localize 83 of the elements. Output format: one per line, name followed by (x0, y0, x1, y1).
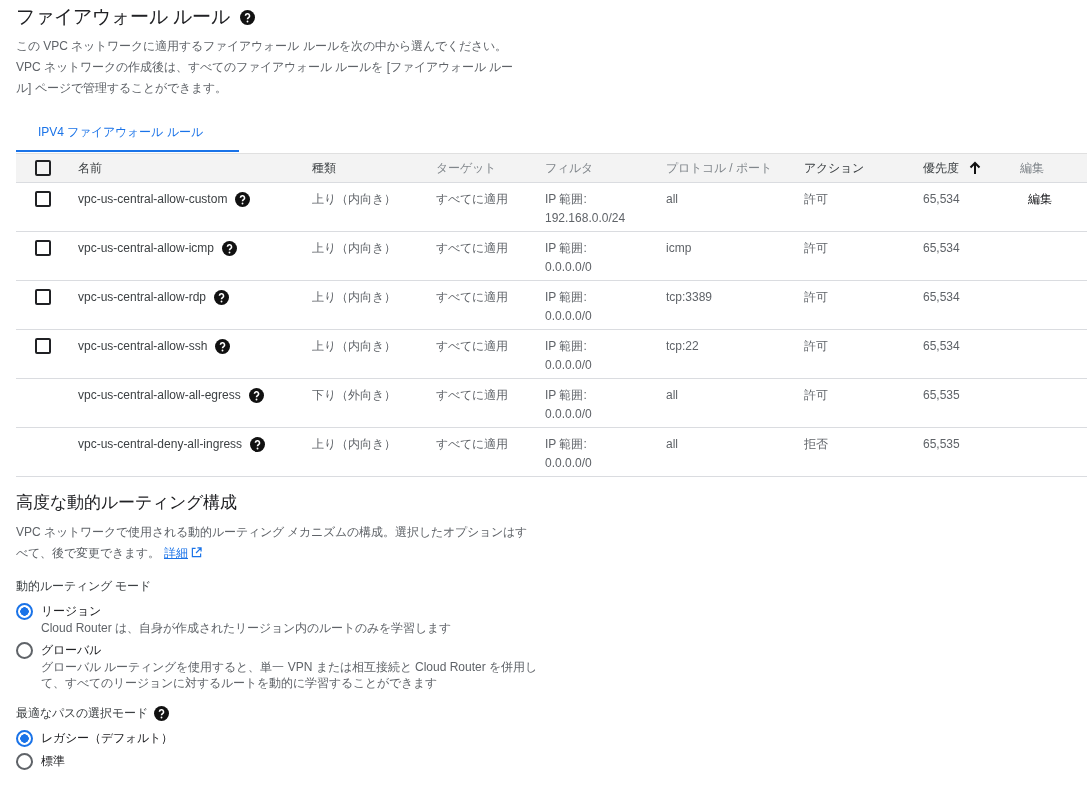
column-header: ターゲット (436, 159, 496, 177)
table-cell-text: vpc-us-central-allow-icmp (78, 240, 215, 257)
table-cell-text: vpc-us-central-allow-custom (78, 191, 228, 208)
row-checkbox[interactable] (35, 191, 51, 207)
table-cell: 65,534 (923, 339, 960, 353)
table-cell: 上り（内向き） (312, 339, 396, 353)
table-cell: 65,534 (923, 290, 960, 304)
column-header[interactable]: 優先度 (923, 159, 959, 177)
help-icon[interactable] (235, 192, 251, 207)
column-header: フィルタ (545, 159, 593, 177)
table-cell-text: IP 範囲: 0.0.0.0/0 (545, 240, 592, 276)
section-title: ファイアウォール ルール (16, 5, 231, 29)
table-cell: 上り（内向き） (312, 241, 396, 255)
details-link[interactable]: 詳細 (164, 546, 188, 560)
help-icon[interactable] (154, 706, 169, 721)
option-description: Cloud Router は、自身が作成されたリージョン内のルートのみを学習します (41, 620, 453, 636)
radio-button[interactable] (16, 642, 33, 659)
table-cell: all (666, 192, 678, 206)
radio-label[interactable]: リージョン (41, 603, 561, 620)
table-cell: 65,535 (923, 388, 960, 402)
option-description: グローバル ルーティングを使用すると、単一 VPN または相互接続と Cloud Router を併用して、すべてのリージョンに対するルートを動的に学習することができます (41, 659, 539, 691)
table-cell-text: IP 範囲: 192.168.0.0/24 (545, 191, 626, 227)
table-cell: tcp:3389 (666, 290, 713, 304)
help-icon[interactable] (240, 9, 256, 25)
table-cell: すべてに適用 (436, 241, 508, 255)
table-cell: 65,534 (923, 241, 960, 255)
column-header[interactable]: 名前 (78, 159, 102, 177)
sort-up-arrow-icon[interactable] (969, 161, 981, 175)
table-cell-text: IP 範囲: 0.0.0.0/0 (545, 289, 592, 325)
edit-link[interactable]: 編集 (1028, 192, 1052, 206)
help-icon[interactable] (222, 241, 238, 256)
radio-button[interactable] (16, 603, 33, 620)
radio-button[interactable] (16, 753, 33, 770)
table-cell: 上り（内向き） (312, 290, 396, 304)
section-description: この VPC ネットワークに適用するファイアウォール ルールを次の中から選んでください。VPC ネットワークの作成後は、すべてのファイアウォール ルールを [ファイアウォール ルール] ページで管理することができます。 (16, 38, 515, 97)
radio-label[interactable]: 標準 (41, 753, 561, 770)
section-description: VPC ネットワークで使用される動的ルーティング メカニズムの構成。選択したオプションはすべて、後で変更できます。 詳細 (16, 524, 528, 562)
row-checkbox[interactable] (35, 338, 51, 354)
table-cell: 許可 (804, 339, 828, 353)
help-icon[interactable] (250, 437, 266, 452)
select-all-checkbox[interactable] (35, 160, 51, 176)
table-cell: 許可 (804, 192, 828, 206)
radio-label[interactable]: グローバル (41, 642, 561, 659)
table-cell: all (666, 388, 678, 402)
external-link-icon[interactable] (191, 547, 202, 558)
table-cell: 許可 (804, 388, 828, 402)
table-cell: すべてに適用 (436, 339, 508, 353)
column-header: プロトコル / ポート (666, 159, 772, 177)
table-cell-text: IP 範囲: 0.0.0.0/0 (545, 338, 592, 374)
table-cell-text: IP 範囲: 0.0.0.0/0 (545, 387, 592, 423)
table-cell: 上り（内向き） (312, 437, 396, 451)
table-cell: 65,534 (923, 192, 960, 206)
table-cell: 65,535 (923, 437, 960, 451)
table-cell: 許可 (804, 241, 828, 255)
help-icon[interactable] (215, 339, 231, 354)
table-cell: 許可 (804, 290, 828, 304)
table-cell: tcp:22 (666, 339, 699, 353)
row-checkbox[interactable] (35, 240, 51, 256)
column-header[interactable]: 種類 (312, 159, 336, 177)
table-cell: 下り（外向き） (312, 388, 396, 402)
column-header[interactable]: アクション (804, 159, 864, 177)
table-cell: すべてに適用 (436, 437, 508, 451)
table-cell: すべてに適用 (436, 388, 508, 402)
radio-button[interactable] (16, 730, 33, 747)
section-title: 高度な動的ルーティング構成 (16, 492, 238, 514)
row-checkbox[interactable] (35, 289, 51, 305)
table-cell: すべてに適用 (436, 192, 508, 206)
table-cell: すべてに適用 (436, 290, 508, 304)
table-cell-text: vpc-us-central-allow-rdp (78, 289, 207, 306)
radio-label[interactable]: レガシー（デフォルト） (41, 730, 561, 747)
table-cell-text: vpc-us-central-allow-all-egress (78, 387, 241, 404)
table-cell: all (666, 437, 678, 451)
table-cell: 拒否 (804, 437, 828, 451)
table-cell-text: vpc-us-central-allow-ssh (78, 338, 208, 355)
table-cell: icmp (666, 241, 692, 255)
help-icon[interactable] (214, 290, 230, 305)
table-cell-text: vpc-us-central-deny-all-ingress (78, 436, 243, 453)
column-header: 編集 (1020, 159, 1044, 177)
table-cell: 上り（内向き） (312, 192, 396, 206)
field-label: 最適なパスの選択モード (16, 705, 148, 722)
field-label: 動的ルーティング モード (16, 578, 152, 595)
help-icon[interactable] (248, 388, 264, 403)
table-cell-text: IP 範囲: 0.0.0.0/0 (545, 436, 592, 472)
